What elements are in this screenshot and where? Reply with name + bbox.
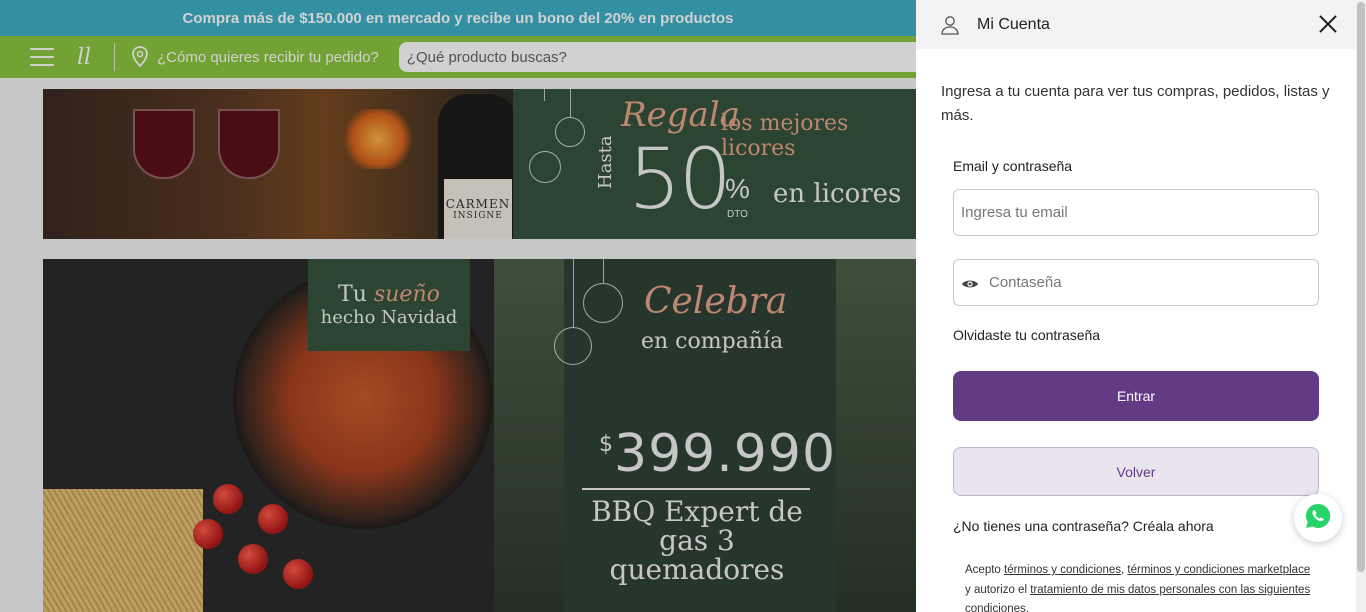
marketplace-terms-link[interactable]: términos y condiciones marketplace	[1127, 564, 1310, 576]
back-button[interactable]: Volver	[953, 447, 1319, 496]
signup-question: ¿No tienes una contraseña?	[953, 518, 1129, 534]
eye-icon[interactable]	[961, 277, 979, 289]
terms-prefix: Acepto	[965, 564, 1001, 576]
terms-suffix: .	[1025, 603, 1029, 612]
password-input[interactable]	[989, 274, 1318, 291]
drawer-scrollbar[interactable]	[1356, 0, 1366, 612]
drawer-title: Mi Cuenta	[977, 15, 1050, 33]
user-icon	[940, 15, 960, 35]
login-button[interactable]: Entrar	[953, 371, 1319, 421]
forgot-password-link[interactable]: Olvidaste tu contraseña	[953, 327, 1100, 343]
terms-middle: y autorizo el	[965, 583, 1028, 596]
storefront: Compra más de $150.000 en mercado y reci…	[0, 0, 916, 612]
email-input[interactable]	[961, 204, 1318, 221]
terms-link[interactable]: términos y condiciones	[1004, 564, 1121, 576]
signup-prompt: ¿No tienes una contraseña? Créala ahora	[953, 518, 1214, 534]
scrollbar-thumb[interactable]	[1357, 2, 1365, 572]
account-drawer: Mi Cuenta Ingresa a tu cuenta para ver t…	[916, 0, 1356, 612]
credentials-label: Email y contraseña	[953, 158, 1073, 174]
whatsapp-chat-button[interactable]	[1294, 494, 1342, 542]
modal-overlay[interactable]	[0, 0, 916, 612]
drawer-header: Mi Cuenta	[916, 0, 1356, 49]
drawer-intro-text: Ingresa a tu cuenta para ver tus compras…	[941, 83, 1330, 124]
signup-link[interactable]: Créala ahora	[1133, 518, 1214, 534]
password-field[interactable]	[953, 259, 1319, 306]
terms-separator: ,	[1121, 564, 1125, 576]
email-field[interactable]	[953, 189, 1319, 236]
close-icon[interactable]	[1316, 12, 1340, 36]
page: Compra más de $150.000 en mercado y reci…	[0, 0, 1366, 612]
terms-text: Acepto términos y condiciones, términos …	[965, 561, 1315, 612]
whatsapp-icon	[1303, 501, 1333, 536]
